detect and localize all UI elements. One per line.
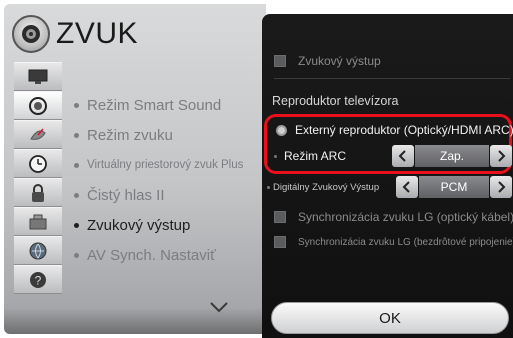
page-title: ZVUK — [56, 17, 139, 50]
category-icon-column: ? — [14, 62, 62, 294]
satellite-icon — [30, 128, 46, 140]
menu-item-label: Virtuálny priestorový zvuk Plus — [87, 159, 244, 171]
menu-header: ZVUK — [12, 14, 138, 54]
radio-label: Externý reproduktor (Optický/HDMI ARC) — [295, 123, 513, 137]
section-title: Reproduktor televízora — [272, 94, 399, 108]
bullet — [74, 162, 79, 168]
sidebar-item-options[interactable] — [14, 207, 62, 236]
menu-item-virtual-surround[interactable]: Virtuálny priestorový zvuk Plus — [74, 150, 264, 180]
arc-mode-row: Režim ARC Zap. — [262, 145, 513, 167]
sound-menu-panel: ZVUK ? Režim Smart Sound Režim zvuku Vir… — [4, 4, 266, 334]
chevron-right-icon — [498, 181, 506, 193]
bullet — [74, 222, 79, 228]
speaker-icon — [12, 15, 50, 53]
sound-menu-list: Režim Smart Sound Režim zvuku Virtuálny … — [74, 90, 264, 270]
sidebar-item-picture[interactable] — [14, 62, 62, 91]
picture-icon — [28, 69, 48, 84]
chevron-right-icon — [498, 150, 506, 162]
arc-mode-value: Zap. — [415, 145, 489, 167]
svg-text:?: ? — [35, 273, 42, 287]
menu-item-label: Režim Smart Sound — [87, 96, 222, 114]
digital-output-value: PCM — [419, 176, 489, 198]
divider — [274, 78, 510, 79]
tv-settings-screen: ZVUK ? Režim Smart Sound Režim zvuku Vir… — [0, 0, 513, 338]
checkbox[interactable] — [274, 211, 286, 223]
support-icon: ? — [30, 271, 46, 288]
checkbox-label: Synchronizácia zvuku LG (bezdrôtové prip… — [298, 236, 513, 248]
menu-item-label: Režim zvuku — [87, 126, 173, 144]
bullet — [74, 102, 79, 108]
arc-mode-prev-button[interactable] — [392, 145, 414, 167]
sound-output-popup: Zvukový výstup Reproduktor televízora Ex… — [262, 14, 513, 338]
bullet — [74, 192, 79, 198]
digital-output-prev-button[interactable] — [396, 176, 418, 198]
radio-button[interactable] — [276, 124, 287, 136]
network-icon — [29, 242, 47, 259]
sidebar-item-support[interactable]: ? — [14, 265, 62, 294]
digital-output-label: Digitálny Zvukový Výstup — [273, 182, 380, 193]
menu-item-sound-output[interactable]: Zvukový výstup — [74, 210, 264, 240]
sound-icon — [29, 96, 47, 115]
checkbox-label: Synchronizácia zvuku LG (optický kábel) — [298, 210, 513, 224]
menu-item-label: AV Synch. Nastaviť — [87, 246, 216, 264]
menu-item-sound-mode[interactable]: Režim zvuku — [74, 120, 264, 150]
bullet — [267, 186, 270, 189]
chevron-left-icon — [398, 150, 406, 162]
menu-item-av-sync[interactable]: AV Synch. Nastaviť — [74, 240, 264, 270]
ok-button[interactable]: OK — [271, 302, 509, 334]
chevron-left-icon — [402, 181, 410, 193]
menu-item-smart-sound[interactable]: Režim Smart Sound — [74, 90, 264, 120]
menu-item-label: Zvukový výstup — [87, 216, 191, 234]
checkbox[interactable] — [274, 55, 286, 67]
sidebar-item-lock[interactable] — [14, 178, 62, 207]
panel-footer — [4, 308, 266, 334]
options-icon — [29, 214, 47, 229]
lg-sync-optical-row[interactable]: Synchronizácia zvuku LG (optický kábel) — [274, 210, 513, 224]
lg-sync-wireless-row[interactable]: Synchronizácia zvuku LG (bezdrôtové prip… — [274, 236, 513, 248]
menu-item-label: Čistý hlas II — [87, 186, 165, 204]
lock-icon — [32, 183, 44, 202]
sidebar-item-sound[interactable] — [14, 91, 62, 120]
external-speaker-option[interactable]: Externý reproduktor (Optický/HDMI ARC) — [276, 123, 513, 137]
digital-output-next-button[interactable] — [490, 176, 512, 198]
bullet — [74, 252, 79, 258]
arc-mode-label: Režim ARC — [284, 149, 347, 163]
menu-item-clear-voice[interactable]: Čistý hlas II — [74, 180, 264, 210]
sidebar-item-channels[interactable] — [14, 120, 62, 149]
sidebar-item-network[interactable] — [14, 236, 62, 265]
arc-mode-next-button[interactable] — [490, 145, 512, 167]
sidebar-item-time[interactable] — [14, 149, 62, 178]
digital-output-row: Digitálny Zvukový Výstup PCM — [262, 176, 513, 198]
sound-output-checkbox-row[interactable]: Zvukový výstup — [274, 54, 381, 68]
checkbox[interactable] — [274, 236, 286, 248]
checkbox-label: Zvukový výstup — [298, 54, 381, 68]
clock-icon — [29, 154, 47, 173]
bullet — [74, 132, 79, 138]
bullet — [274, 155, 277, 158]
